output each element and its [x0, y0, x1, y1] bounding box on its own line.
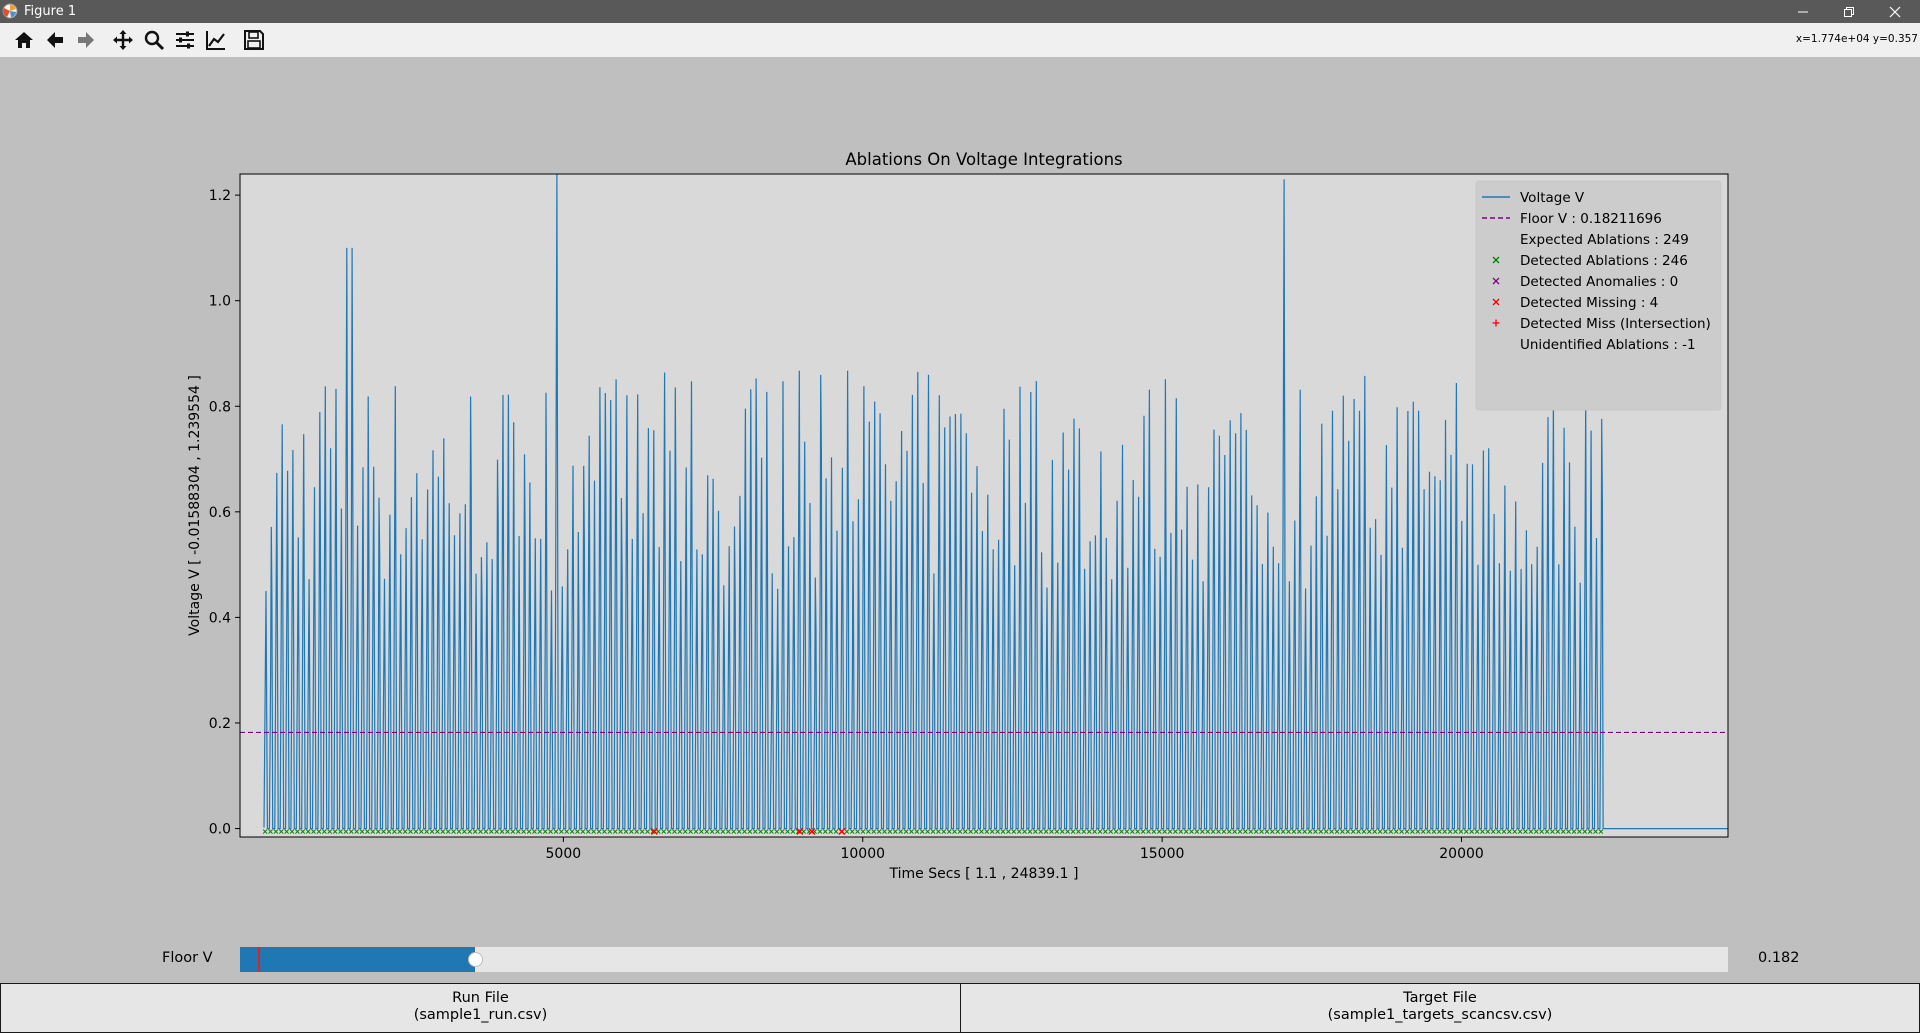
save-button[interactable]: [240, 27, 268, 53]
target-file-button[interactable]: Target File (sample1_targets_scancsv.csv…: [960, 983, 1920, 1033]
close-icon: [1889, 6, 1901, 18]
forward-button[interactable]: [72, 27, 100, 53]
cursor-coordinates: x=1.774e+04 y=0.357: [1795, 33, 1918, 45]
x-tick-label: 5000: [546, 846, 582, 862]
y-tick-label: 1.0: [209, 294, 231, 310]
chart-figure[interactable]: 0.0 0.2 0.4 0.6 0.8 1.0 1.2 5000 10000 15000 20000…: [0, 57, 1920, 947]
pan-button[interactable]: [109, 27, 137, 53]
y-tick-label: 0.6: [209, 505, 231, 521]
pan-icon: [113, 30, 133, 50]
legend-entry-label: Expected Ablations : 249: [1520, 232, 1689, 248]
y-tick-label: 0.0: [209, 822, 231, 838]
restore-button[interactable]: [1826, 0, 1872, 23]
x-tick-label: 20000: [1439, 846, 1484, 862]
navigation-toolbar: x=1.774e+04 y=0.357: [0, 23, 1920, 57]
y-tick-label: 0.8: [209, 399, 231, 415]
subplots-button[interactable]: [171, 27, 199, 53]
legend-entry-label: Floor V : 0.18211696: [1520, 211, 1662, 227]
legend-entry-label: Detected Missing : 4: [1520, 295, 1658, 311]
slider-handle[interactable]: [468, 952, 484, 967]
x-tick-label: 15000: [1140, 846, 1185, 862]
legend-entry-label: Voltage V: [1520, 190, 1585, 206]
floor-slider-label: Floor V: [162, 950, 213, 966]
home-button[interactable]: [10, 27, 38, 53]
run-file-button[interactable]: Run File (sample1_run.csv): [0, 983, 961, 1033]
target-file-name: (sample1_targets_scancsv.csv): [1327, 1007, 1553, 1023]
forward-arrow-icon: [78, 32, 94, 48]
zoom-icon: [144, 30, 165, 51]
axes-edit-button[interactable]: [202, 27, 230, 53]
floor-slider-value: 0.182: [1758, 950, 1800, 966]
axes-edit-icon: [206, 31, 225, 50]
window-title: Figure 1: [24, 4, 77, 19]
minimize-button[interactable]: [1780, 0, 1826, 23]
legend-entry-label: Detected Ablations : 246: [1520, 253, 1688, 269]
x-axis-label: Time Secs [ 1.1 , 24839.1 ]: [889, 866, 1079, 882]
legend-entry-label: Detected Anomalies : 0: [1520, 274, 1678, 290]
chart-legend: Voltage V Floor V : 0.18211696 Expected Ab…: [1475, 180, 1722, 411]
y-tick-label: 0.4: [209, 610, 231, 626]
run-file-title: Run File: [452, 990, 509, 1006]
home-icon: [15, 32, 33, 48]
zoom-button[interactable]: [140, 27, 168, 53]
x-tick-label: 10000: [840, 846, 885, 862]
minimize-icon: [1798, 11, 1808, 13]
y-tick-label: 0.2: [209, 716, 231, 732]
subplots-icon: [176, 31, 194, 49]
floor-v-slider[interactable]: [240, 947, 1728, 972]
back-button[interactable]: [41, 27, 69, 53]
y-tick-label: 1.2: [209, 188, 231, 204]
close-button[interactable]: [1872, 0, 1918, 23]
legend-entry-label: Detected Miss (Intersection): [1520, 316, 1711, 332]
back-arrow-icon: [47, 32, 63, 48]
y-axis-label: Voltage V [ -0.01588304 , 1.239554 ]: [187, 375, 203, 636]
slider-initial-marker: [257, 947, 260, 972]
chart-title: Ablations On Voltage Integrations: [845, 150, 1122, 169]
legend-entry-label: Unidentified Ablations : -1: [1520, 337, 1696, 353]
run-file-name: (sample1_run.csv): [413, 1007, 548, 1023]
window-titlebar: Figure 1: [0, 0, 1920, 23]
restore-icon: [1844, 7, 1854, 17]
save-icon: [244, 30, 264, 50]
matplotlib-logo-icon: [2, 3, 18, 19]
slider-fill: [240, 947, 476, 972]
target-file-title: Target File: [1403, 990, 1477, 1006]
